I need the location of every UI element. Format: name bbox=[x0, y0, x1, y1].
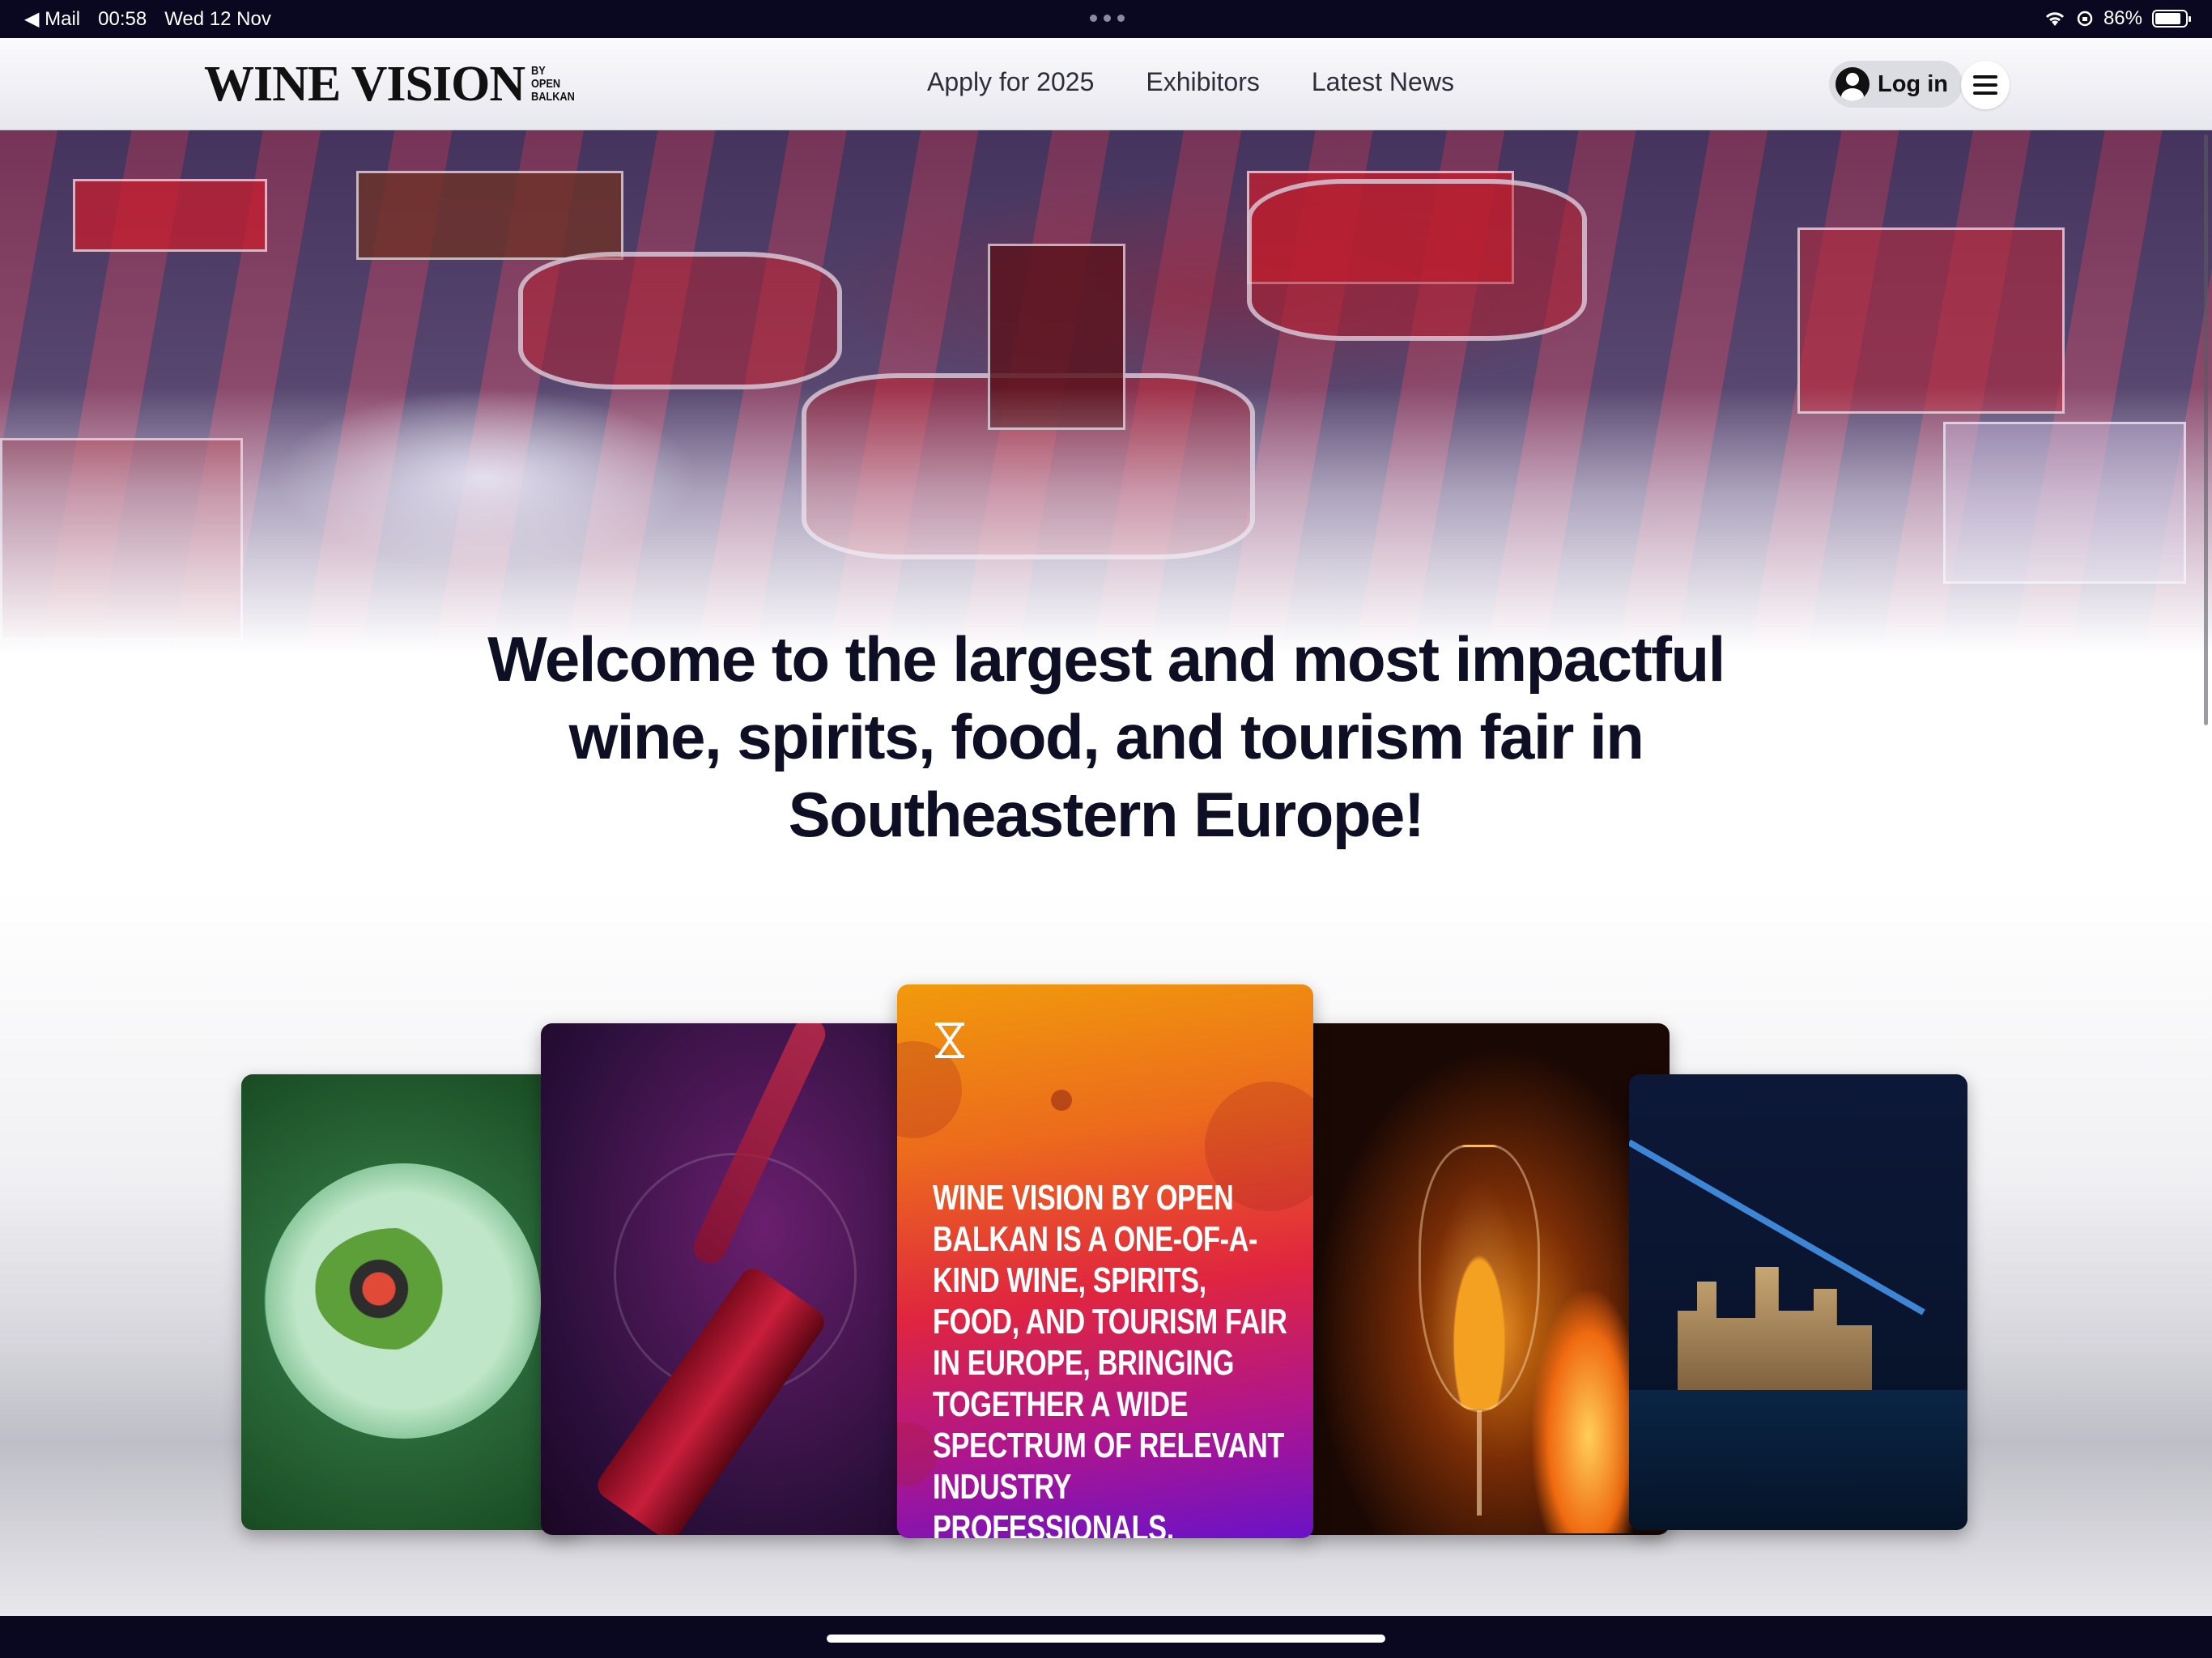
wine-vision-logo[interactable]: WINE VISION BY OPEN BALKAN bbox=[204, 57, 575, 112]
hamburger-menu-button[interactable] bbox=[1961, 61, 2010, 109]
featured-card-text: Wine Vision by Open Balkan is a one-of-a… bbox=[933, 1178, 1287, 1538]
status-date: Wed 12 Nov bbox=[164, 7, 271, 30]
home-indicator[interactable] bbox=[827, 1635, 1385, 1643]
wifi-icon bbox=[2045, 12, 2065, 26]
multitask-dots-icon[interactable] bbox=[1090, 15, 1125, 22]
status-bar: ◀ Mail 00:58 Wed 12 Nov 86% bbox=[0, 0, 2212, 38]
card-spirits[interactable] bbox=[1297, 1023, 1670, 1535]
hero-photo bbox=[0, 130, 2212, 665]
login-button[interactable]: Log in bbox=[1829, 61, 1963, 108]
nav-link-exhibitors[interactable]: Exhibitors bbox=[1146, 67, 1260, 97]
wine-vision-emblem-icon bbox=[935, 1022, 964, 1058]
home-indicator-bar bbox=[0, 1616, 2212, 1658]
spirits-glass-image bbox=[1419, 1145, 1540, 1412]
logo-wordmark: WINE VISION bbox=[204, 57, 525, 112]
flame-image bbox=[1532, 1290, 1645, 1533]
battery-percent: 86% bbox=[2103, 7, 2142, 29]
status-time: 00:58 bbox=[98, 7, 147, 30]
nav-link-latest-news[interactable]: Latest News bbox=[1312, 67, 1454, 97]
scroll-indicator[interactable] bbox=[2204, 134, 2208, 725]
hero-headline: Welcome to the largest and most impactfu… bbox=[487, 623, 1725, 850]
main-nav: Apply for 2025 Exhibitors Latest News bbox=[927, 67, 1454, 97]
site-header: WINE VISION BY OPEN BALKAN Apply for 202… bbox=[0, 38, 2212, 130]
fortress-image bbox=[1678, 1267, 1872, 1398]
battery-icon bbox=[2152, 10, 2191, 28]
logo-subtitle: BY OPEN BALKAN bbox=[531, 64, 575, 104]
card-food[interactable] bbox=[241, 1074, 581, 1530]
user-avatar-icon bbox=[1836, 67, 1870, 101]
card-featured[interactable]: Wine Vision by Open Balkan is a one-of-a… bbox=[897, 984, 1313, 1538]
card-tourism[interactable] bbox=[1629, 1074, 1967, 1530]
nav-link-apply[interactable]: Apply for 2025 bbox=[927, 67, 1094, 97]
back-to-mail-link[interactable]: ◀ Mail bbox=[24, 7, 80, 31]
orientation-lock-icon bbox=[2077, 11, 2093, 27]
login-label: Log in bbox=[1878, 70, 1948, 97]
card-wine[interactable] bbox=[541, 1023, 913, 1535]
